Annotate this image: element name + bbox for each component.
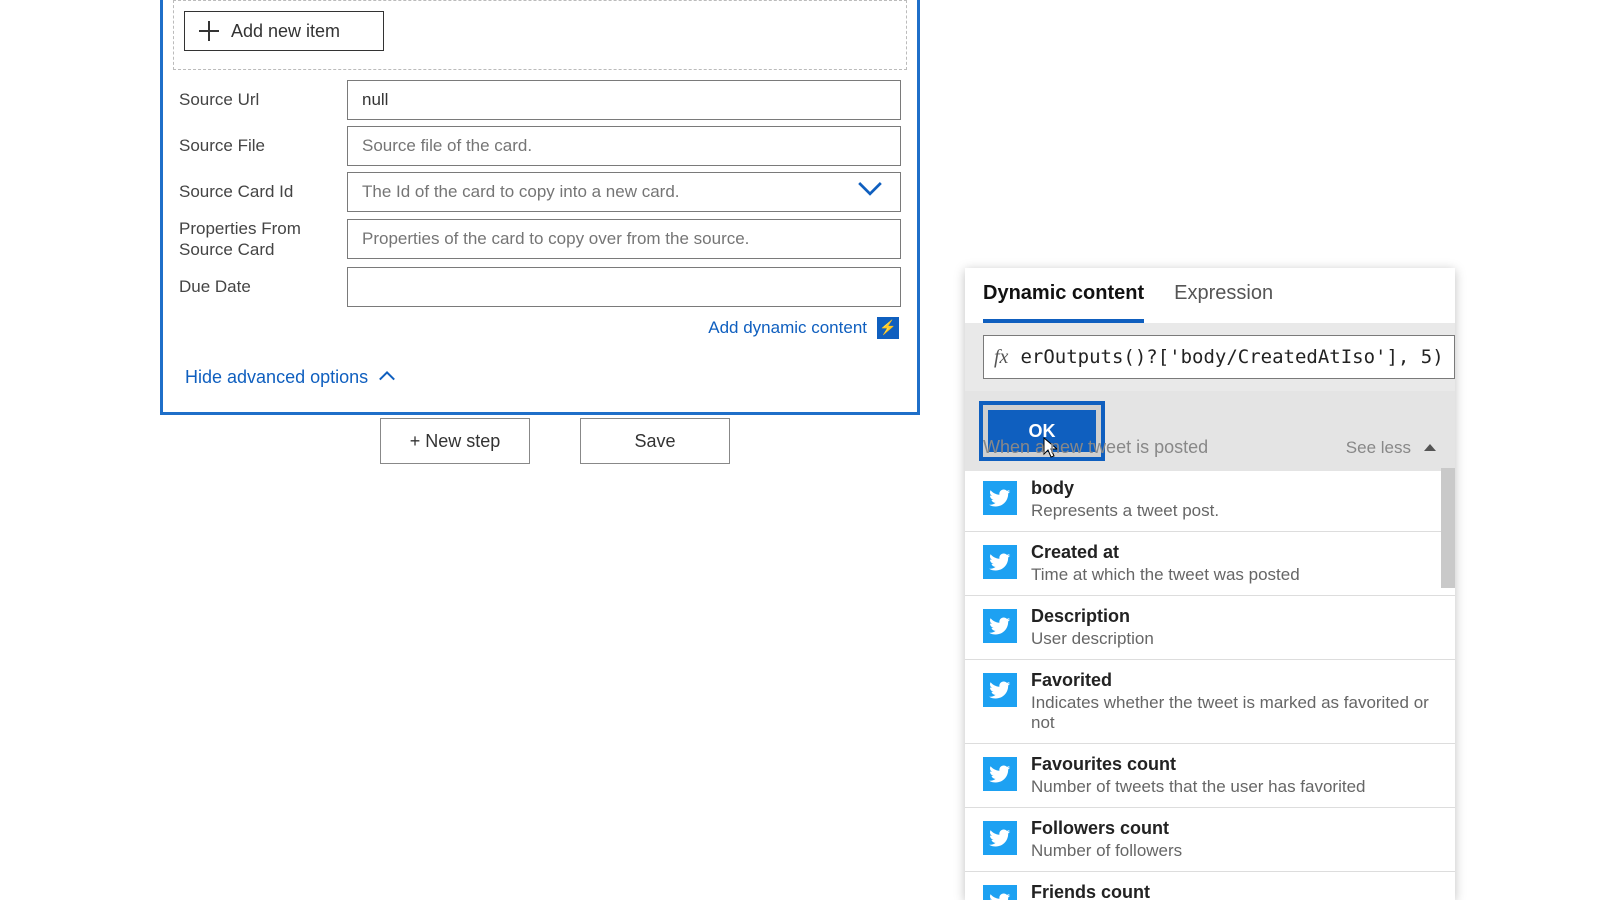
dynamic-item[interactable]: FavoritedIndicates whether the tweet is … xyxy=(965,660,1455,744)
triangle-up-icon xyxy=(1423,439,1437,457)
label-props-from-source: Properties From Source Card xyxy=(179,218,347,261)
dynamic-content-panel: Dynamic content Expression fx erOutputs(… xyxy=(965,268,1455,900)
dynamic-item[interactable]: Favourites countNumber of tweets that th… xyxy=(965,744,1455,808)
expression-bar: fx erOutputs()?['body/CreatedAtIso'], 5) xyxy=(965,323,1455,391)
input-source-url[interactable] xyxy=(347,80,901,120)
dynamic-item[interactable]: Created atTime at which the tweet was po… xyxy=(965,532,1455,596)
dynamic-item-text: Friends countNumber of friends xyxy=(1031,882,1166,900)
scrollbar[interactable] xyxy=(1441,468,1455,588)
dynamic-item[interactable]: Followers countNumber of followers xyxy=(965,808,1455,872)
add-dynamic-content-link[interactable]: Add dynamic content xyxy=(708,318,867,338)
add-item-container: Add new item xyxy=(173,0,907,70)
twitter-icon xyxy=(983,821,1017,855)
twitter-icon xyxy=(983,757,1017,791)
dynamic-item-desc: Indicates whether the tweet is marked as… xyxy=(1031,693,1437,733)
new-step-button[interactable]: + New step xyxy=(380,418,530,464)
twitter-icon xyxy=(983,481,1017,515)
dynamic-item-title: Favourites count xyxy=(1031,754,1366,775)
label-due-date: Due Date xyxy=(179,277,347,297)
expression-text: erOutputs()?['body/CreatedAtIso'], 5) xyxy=(1020,346,1443,368)
plus-icon xyxy=(199,21,219,41)
dynamic-item-desc: Number of followers xyxy=(1031,841,1182,861)
dynamic-item-text: Followers countNumber of followers xyxy=(1031,818,1182,861)
dynamic-item-text: bodyRepresents a tweet post. xyxy=(1031,478,1219,521)
input-props-from-source[interactable] xyxy=(347,219,901,259)
tab-dynamic-content[interactable]: Dynamic content xyxy=(983,282,1144,323)
add-dynamic-row: Add dynamic content ⚡ xyxy=(173,317,899,339)
dynamic-section-title: When a new tweet is posted xyxy=(983,437,1208,458)
dynamic-item-desc: Number of tweets that the user has favor… xyxy=(1031,777,1366,797)
dynamic-item[interactable]: DescriptionUser description xyxy=(965,596,1455,660)
dynamic-item-title: Favorited xyxy=(1031,670,1437,691)
row-source-file: Source File xyxy=(179,126,901,166)
expression-input[interactable]: fx erOutputs()?['body/CreatedAtIso'], 5) xyxy=(983,335,1455,379)
dynamic-section-header: When a new tweet is posted See less xyxy=(965,427,1455,468)
dynamic-item[interactable]: Friends countNumber of friends xyxy=(965,872,1455,900)
hide-advanced-label: Hide advanced options xyxy=(185,367,368,388)
dynamic-item-title: body xyxy=(1031,478,1219,499)
dynamic-item-desc: Represents a tweet post. xyxy=(1031,501,1219,521)
dynamic-tabs: Dynamic content Expression xyxy=(965,268,1455,323)
dynamic-item-title: Followers count xyxy=(1031,818,1182,839)
twitter-icon xyxy=(983,545,1017,579)
flow-action-card: Add new item Source Url Source File Sour… xyxy=(160,0,920,415)
add-new-item-label: Add new item xyxy=(231,21,340,42)
input-source-file[interactable] xyxy=(347,126,901,166)
twitter-icon xyxy=(983,673,1017,707)
dynamic-item-desc: Time at which the tweet was posted xyxy=(1031,565,1300,585)
flow-footer-buttons: + New step Save xyxy=(380,418,730,464)
dynamic-item-text: Favourites countNumber of tweets that th… xyxy=(1031,754,1366,797)
tab-expression[interactable]: Expression xyxy=(1174,282,1273,323)
dynamic-item-title: Friends count xyxy=(1031,882,1166,900)
hide-advanced-options-toggle[interactable]: Hide advanced options xyxy=(185,367,907,388)
label-source-url: Source Url xyxy=(179,90,347,110)
chevron-up-icon xyxy=(378,367,396,388)
dynamic-item-title: Created at xyxy=(1031,542,1300,563)
label-source-file: Source File xyxy=(179,136,347,156)
dynamic-item-desc: User description xyxy=(1031,629,1154,649)
dynamic-items-list: bodyRepresents a tweet post. Created atTi… xyxy=(965,468,1455,900)
select-source-card-id[interactable] xyxy=(347,172,901,212)
input-due-date[interactable] xyxy=(347,267,901,307)
dynamic-item-title: Description xyxy=(1031,606,1154,627)
dynamic-item[interactable]: bodyRepresents a tweet post. xyxy=(965,468,1455,532)
fx-icon: fx xyxy=(994,346,1008,369)
row-due-date: Due Date xyxy=(179,267,901,307)
dynamic-item-text: FavoritedIndicates whether the tweet is … xyxy=(1031,670,1437,733)
label-source-card-id: Source Card Id xyxy=(179,182,347,202)
row-props-from-source: Properties From Source Card xyxy=(179,218,901,261)
twitter-icon xyxy=(983,885,1017,900)
row-source-card-id: Source Card Id xyxy=(179,172,901,212)
twitter-icon xyxy=(983,609,1017,643)
save-button[interactable]: Save xyxy=(580,418,730,464)
see-less-link[interactable]: See less xyxy=(1346,438,1411,458)
dynamic-content-badge-icon[interactable]: ⚡ xyxy=(877,317,899,339)
row-source-url: Source Url xyxy=(179,80,901,120)
dynamic-item-text: DescriptionUser description xyxy=(1031,606,1154,649)
dynamic-item-text: Created atTime at which the tweet was po… xyxy=(1031,542,1300,585)
add-new-item-button[interactable]: Add new item xyxy=(184,11,384,51)
